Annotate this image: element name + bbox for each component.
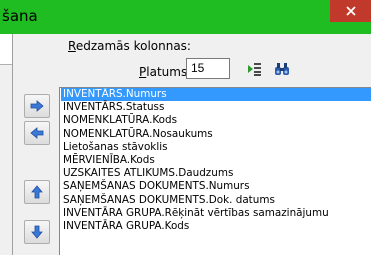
dialog-body: Redzamās kolonnas: Platums: 15 INVENTĀRS…	[0, 34, 371, 255]
close-icon	[345, 6, 356, 16]
list-item[interactable]: INVENTĀRA GRUPA.Rēķināt vērtības samazin…	[61, 207, 371, 220]
remove-column-button[interactable]	[24, 121, 50, 145]
find-button[interactable]	[273, 60, 291, 78]
visible-columns-list[interactable]: INVENTĀRS.Numurs INVENTĀRS.Statuss NOMENKL…	[59, 87, 371, 255]
window-title: šana	[2, 7, 38, 25]
list-item[interactable]: MĒRVIENĪBA.Kods	[61, 154, 371, 167]
list-item[interactable]: UZSKAITES ATLIKUMS.Daudzums	[61, 167, 371, 180]
visible-columns-label: Redzamās kolonnas:	[68, 39, 191, 53]
list-item[interactable]: INVENTĀRA GRUPA.Kods	[61, 220, 371, 233]
list-item[interactable]: INVENTĀRS.Numurs	[61, 88, 371, 102]
width-label: Platums:	[139, 65, 192, 79]
list-item[interactable]: INVENTĀRS.Statuss	[61, 101, 371, 114]
list-item[interactable]: NOMENKLATŪRA.Kods	[61, 114, 371, 127]
list-item[interactable]: SAŅEMŠANAS DOKUMENTS.Numurs	[61, 180, 371, 193]
arrow-left-icon	[30, 127, 44, 139]
width-input[interactable]: 15	[186, 58, 230, 79]
left-panel-tab	[0, 34, 12, 65]
close-button[interactable]	[330, 0, 371, 22]
apply-width-button[interactable]	[245, 60, 263, 78]
binoculars-icon	[275, 63, 289, 75]
arrow-right-icon	[30, 100, 44, 112]
arrow-up-icon	[31, 185, 43, 199]
column-width-icon	[248, 63, 261, 76]
move-up-button[interactable]	[24, 180, 50, 204]
list-item[interactable]: SAŅEMŠANAS DOKUMENTS.Dok. datums	[61, 194, 371, 207]
list-item[interactable]: Lietošanas stāvoklis	[61, 141, 371, 154]
left-panel-edge	[0, 34, 13, 255]
list-item[interactable]: NOMENKLATŪRA.Nosaukums	[61, 128, 371, 141]
arrow-down-icon	[31, 225, 43, 239]
move-down-button[interactable]	[24, 220, 50, 244]
title-bar: šana	[0, 0, 371, 34]
add-column-button[interactable]	[24, 94, 50, 118]
